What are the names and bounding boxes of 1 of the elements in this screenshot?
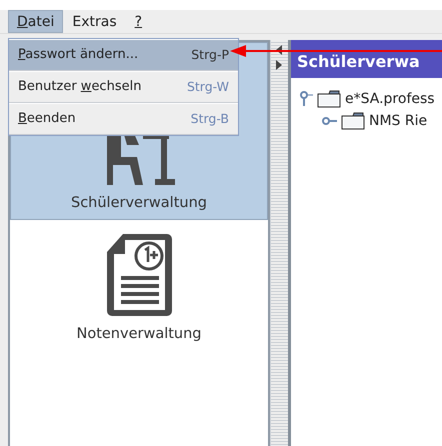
panel-title: Schülerverwa — [291, 40, 442, 78]
